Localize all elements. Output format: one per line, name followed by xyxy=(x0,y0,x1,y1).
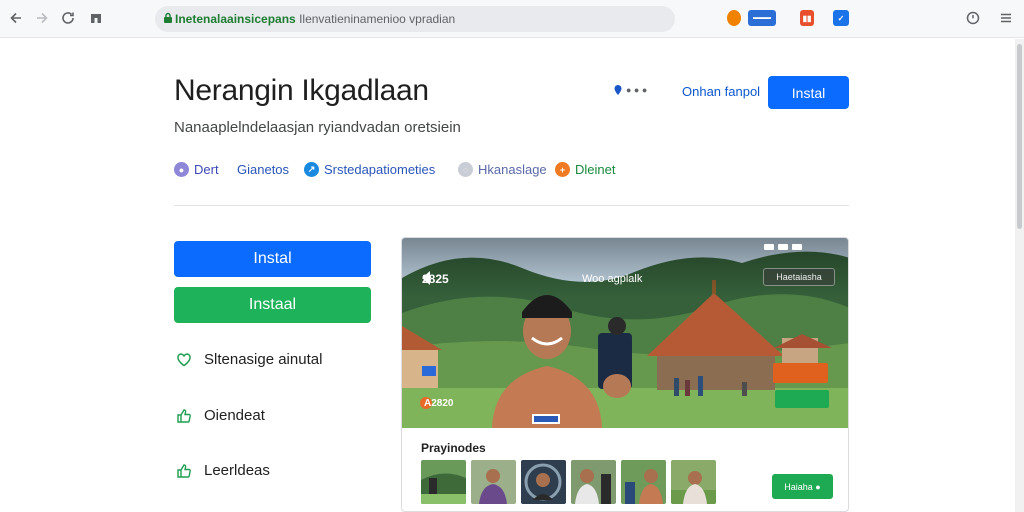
side-item-label: Leerldeas xyxy=(204,462,270,479)
url-path: Ilenvatieninamenioo vpradian xyxy=(295,12,456,26)
meta-label: Dert xyxy=(194,162,219,177)
hero-caption: Woo agplalk xyxy=(582,273,643,285)
side-item-reviews[interactable]: Leerldeas xyxy=(176,462,270,479)
previews-title: Prayinodes xyxy=(421,441,486,455)
lock-icon xyxy=(164,12,172,23)
hero-pill[interactable]: Haetaiasha xyxy=(763,268,835,286)
thumbs-up-icon xyxy=(177,408,191,423)
install-button-secondary[interactable]: Instaal xyxy=(174,287,371,323)
meta-label: Gianetos xyxy=(237,162,290,177)
extension-check-icon[interactable]: ✓ xyxy=(833,10,849,26)
age-rating-icon: ◌ xyxy=(458,162,473,177)
status-bar-icons xyxy=(764,244,802,250)
side-item-wishlist[interactable]: Sltenasige ainutal xyxy=(176,351,322,368)
thumbnail-strip xyxy=(421,460,716,504)
thumbnail-4[interactable] xyxy=(571,460,616,504)
side-item-recommend[interactable]: Oiendeat xyxy=(176,407,265,424)
offers-icon: + xyxy=(555,162,570,177)
browser-toolbar: Inetenalaainsicepans Ilenvatieninamenioo… xyxy=(0,0,1024,38)
thumbnail-5[interactable] xyxy=(621,460,666,504)
extension-badge-icon[interactable]: ▬▬▬ xyxy=(748,10,776,26)
thumbnail-1[interactable] xyxy=(421,460,466,504)
app-subtitle: Nanaaplelndelaasjan ryiandvadan oretsiei… xyxy=(174,119,461,136)
reload-icon[interactable] xyxy=(58,8,78,28)
side-item-label: Sltenasige ainutal xyxy=(204,351,323,368)
hero-time: 2825 xyxy=(422,272,449,286)
meta-label: Dleinet xyxy=(575,162,616,177)
home-icon[interactable] xyxy=(86,8,106,28)
install-button-top[interactable]: Instal xyxy=(768,76,849,109)
meta-item-rating[interactable]: ● Dert xyxy=(174,162,219,177)
meta-item-age[interactable]: ◌ Hkanaslage xyxy=(458,162,547,177)
extension-red-icon[interactable]: ▮▮ xyxy=(800,10,814,26)
meta-label: Srstedapatiometies xyxy=(324,162,436,177)
address-bar[interactable]: Inetenalaainsicepans Ilenvatieninamenioo… xyxy=(155,6,675,32)
heart-icon xyxy=(177,352,191,366)
meta-label: Hkanaslage xyxy=(478,162,547,177)
history-clock-icon[interactable] xyxy=(963,8,983,28)
url-host: Inetenalaainsicepans xyxy=(175,12,296,26)
category-icon: ↗ xyxy=(304,162,319,177)
hero-tag: A2820 xyxy=(424,398,454,409)
hero-screenshot[interactable]: 2825 Woo agplalk Haetaiasha A2820 xyxy=(402,238,848,428)
thumbnail-6[interactable] xyxy=(671,460,716,504)
thumbnail-3[interactable] xyxy=(521,460,566,504)
share-control[interactable]: ● ● ● xyxy=(614,85,647,95)
rating-icon: ● xyxy=(174,162,189,177)
scrollbar-thumb[interactable] xyxy=(1017,44,1022,229)
menu-icon[interactable] xyxy=(996,8,1016,28)
app-title: Nerangin Ikgadlaan xyxy=(174,74,429,107)
thumbs-up-icon xyxy=(177,463,191,478)
screenshot-card[interactable]: 2825 Woo agplalk Haetaiasha A2820 Prayin… xyxy=(401,237,849,512)
meta-item-category[interactable]: ↗ Srstedapatiometies xyxy=(304,162,435,177)
more-screenshots-button[interactable]: Haiaha ● xyxy=(772,474,833,499)
meta-item-genre[interactable]: Gianetos xyxy=(237,162,289,177)
thumbnail-2[interactable] xyxy=(471,460,516,504)
download-link[interactable]: Onhan fanpol xyxy=(682,84,760,99)
install-button-primary[interactable]: Instal xyxy=(174,241,371,277)
hero-scene-image xyxy=(402,238,848,428)
section-divider xyxy=(174,205,849,206)
side-item-label: Oiendeat xyxy=(204,407,265,424)
share-label: ● ● ● xyxy=(626,85,648,95)
meta-item-offers[interactable]: + Dleinet xyxy=(555,162,615,177)
forward-arrow-icon[interactable] xyxy=(32,8,52,28)
extension-orange-icon[interactable] xyxy=(727,10,741,26)
back-arrow-icon[interactable] xyxy=(6,8,26,28)
location-pin-icon xyxy=(614,85,622,95)
